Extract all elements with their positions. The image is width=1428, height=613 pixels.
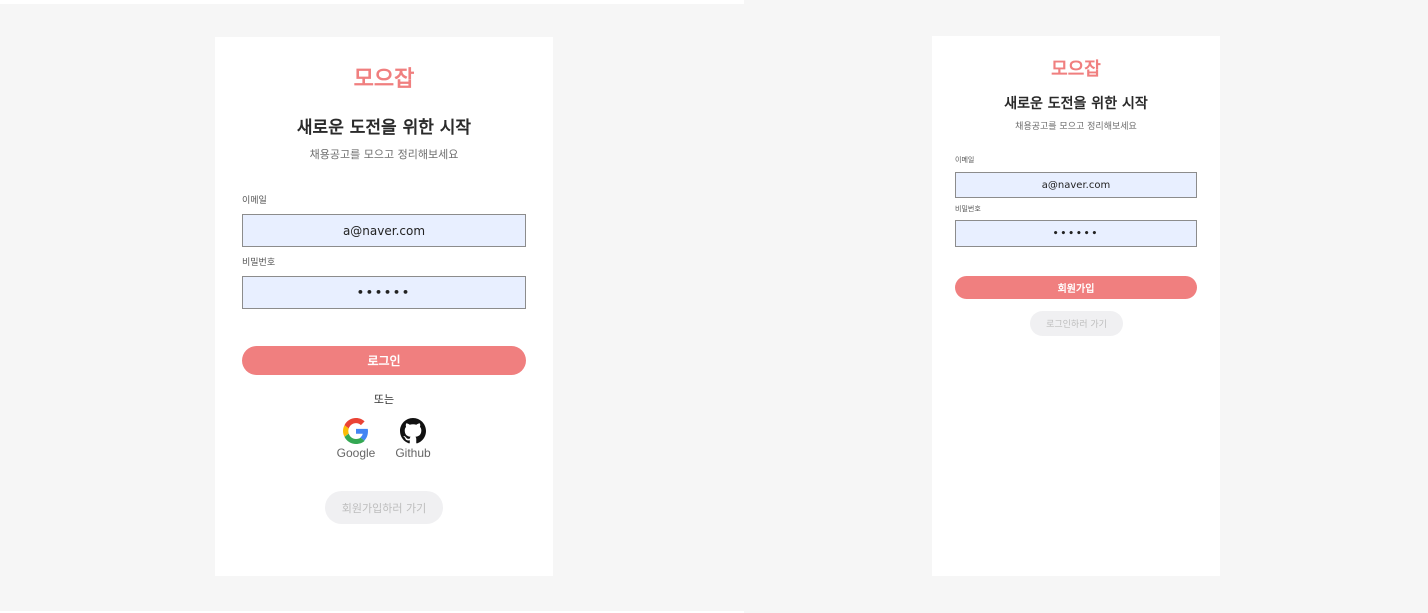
email-field[interactable]: a@naver.com bbox=[242, 214, 526, 247]
password-label: 비밀번호 bbox=[955, 205, 981, 213]
top-divider bbox=[0, 0, 744, 4]
email-label: 이메일 bbox=[242, 196, 267, 206]
email-field[interactable]: a@naver.com bbox=[955, 172, 1197, 198]
password-label: 비밀번호 bbox=[242, 258, 276, 268]
google-icon bbox=[343, 418, 368, 444]
github-label: Github bbox=[395, 446, 431, 460]
page-title: 새로운 도전을 위한 시작 bbox=[296, 118, 472, 138]
brand-logo: 모으잡 bbox=[353, 67, 415, 92]
password-field[interactable]: •••••• bbox=[955, 220, 1197, 247]
signup-card: 모으잡 새로운 도전을 위한 시작 채용공고를 모으고 정리해보세요 이메일 a… bbox=[932, 36, 1220, 576]
password-field[interactable]: •••••• bbox=[242, 276, 526, 309]
login-button[interactable]: 로그인 bbox=[242, 346, 526, 375]
login-card: 모으잡 새로운 도전을 위한 시작 채용공고를 모으고 정리해보세요 이메일 a… bbox=[215, 37, 553, 576]
github-login-button[interactable]: Github bbox=[385, 418, 441, 460]
signup-button[interactable]: 회원가입 bbox=[955, 276, 1197, 299]
email-label: 이메일 bbox=[955, 156, 975, 164]
github-icon bbox=[400, 418, 426, 444]
page-subtitle: 채용공고를 모으고 정리해보세요 bbox=[1015, 122, 1137, 132]
go-signup-button[interactable]: 회원가입하러 가기 bbox=[325, 491, 443, 524]
google-login-button[interactable]: Google bbox=[328, 418, 384, 460]
brand-logo: 모으잡 bbox=[1051, 59, 1101, 80]
google-label: Google bbox=[336, 446, 376, 460]
page-title: 새로운 도전을 위한 시작 bbox=[1004, 96, 1148, 112]
page-subtitle: 채용공고를 모으고 정리해보세요 bbox=[309, 148, 459, 161]
go-login-button[interactable]: 로그인하러 가기 bbox=[1030, 311, 1123, 336]
divider-text: 또는 bbox=[373, 393, 395, 406]
